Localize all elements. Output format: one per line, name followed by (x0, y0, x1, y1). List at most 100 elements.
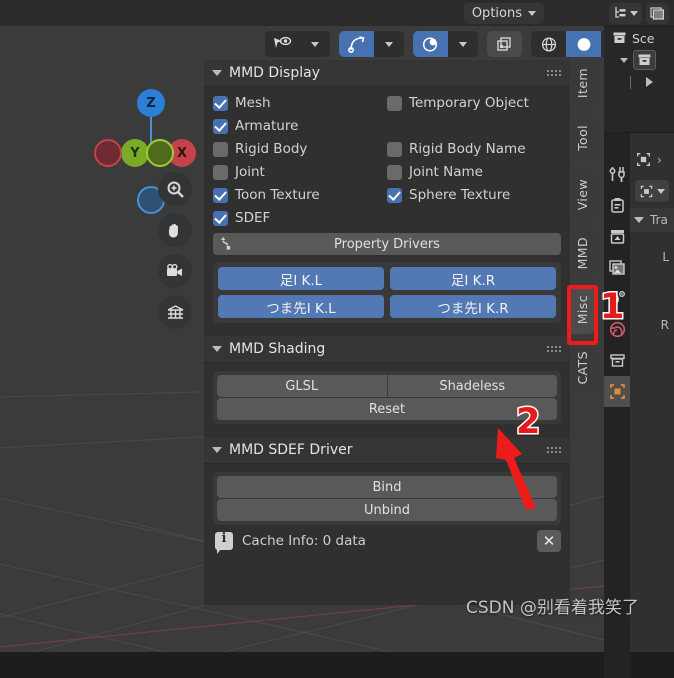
sidebar-item-mmd[interactable]: MMD (571, 229, 594, 277)
checkbox-mesh[interactable]: Mesh (213, 95, 387, 111)
properties-content: › Tra L R (630, 133, 674, 652)
expand-triangle-icon[interactable] (620, 57, 628, 63)
checkbox-joint[interactable]: Joint (213, 164, 387, 180)
n-panel-misc: MMD Display Mesh Temporary Object Armatu… (204, 60, 570, 605)
checkbox-box[interactable] (387, 95, 402, 111)
checkbox-label: Mesh (235, 95, 271, 111)
viewport-overlays-group (487, 31, 522, 57)
outliner-row-collection[interactable] (604, 49, 674, 71)
zoom-icon[interactable] (158, 172, 192, 206)
visibility-dropdown[interactable] (300, 31, 330, 57)
solid-shading-icon[interactable] (566, 31, 601, 57)
proportional-edit-group (413, 31, 478, 57)
outliner-row-child[interactable] (604, 71, 674, 93)
ik-button-toe-right[interactable]: つま先Ⅰ K.R (390, 295, 556, 318)
sidebar-item-cats[interactable]: CATS (571, 343, 594, 393)
ik-button-toe-left[interactable]: つま先Ⅰ K.L (218, 295, 384, 318)
images-icon (650, 7, 665, 20)
proportional-edit-dropdown[interactable] (448, 31, 478, 57)
wireframe-shading-icon[interactable] (531, 31, 566, 57)
viewport-header: Options (0, 0, 604, 26)
visibility-selectability-icon[interactable] (265, 31, 300, 57)
proportional-editing-icon[interactable] (413, 31, 448, 57)
tab-object-properties[interactable] (604, 376, 630, 407)
checkbox-temporary-object[interactable]: Temporary Object (387, 95, 561, 111)
navigation-gizmo[interactable]: Z Y X (94, 58, 208, 214)
watermark: CSDN @别看着我笑了 (466, 598, 639, 618)
checkbox-label: Sphere Texture (409, 187, 511, 203)
gizmo-axis-y[interactable]: Y (121, 139, 149, 167)
panel-header-mmd-shading[interactable]: MMD Shading (204, 336, 570, 363)
annotation-arrow-shadeless (496, 428, 536, 510)
checkbox-toon-texture[interactable]: Toon Texture (213, 187, 387, 203)
checkbox-box[interactable] (213, 210, 228, 226)
snap-dropdown[interactable] (374, 31, 404, 57)
object-properties-icon (637, 153, 650, 166)
gizmo-axis-z[interactable]: Z (137, 89, 165, 117)
gizmo-axis-neg-y[interactable] (146, 139, 174, 167)
scene-collection-icon (612, 31, 627, 45)
tree-line (630, 75, 631, 89)
filter-button[interactable] (646, 2, 669, 24)
ik-row: つま先Ⅰ K.L つま先Ⅰ K.R (218, 295, 556, 318)
checkbox-row: Toon Texture Sphere Texture (213, 187, 561, 203)
shading-button-stack: GLSL Shadeless Reset (213, 371, 561, 424)
sidebar-item-view[interactable]: View (571, 170, 594, 220)
checkbox-label: Armature (235, 118, 299, 134)
checkbox-box[interactable] (387, 141, 402, 157)
checkbox-box[interactable] (213, 118, 228, 134)
tab-render-properties[interactable] (604, 190, 630, 221)
shadeless-button[interactable]: Shadeless (387, 375, 557, 397)
options-button[interactable]: Options (463, 3, 544, 24)
snap-magnet-icon[interactable] (339, 31, 374, 57)
checkbox-sphere-texture[interactable]: Sphere Texture (387, 187, 561, 203)
checkbox-rigid-body[interactable]: Rigid Body (213, 141, 387, 157)
checkbox-armature[interactable]: Armature (213, 118, 387, 134)
drag-grip-icon[interactable] (546, 344, 562, 354)
checkbox-joint-name[interactable]: Joint Name (387, 164, 561, 180)
outliner-display-mode-button[interactable] (609, 2, 642, 24)
checkbox-box[interactable] (387, 187, 402, 203)
drag-grip-icon[interactable] (546, 68, 562, 78)
gizmo-axis-neg-x[interactable] (94, 139, 122, 167)
checkbox-row: Mesh Temporary Object (213, 95, 561, 111)
collection-icon[interactable] (633, 50, 656, 70)
checkbox-box[interactable] (213, 164, 228, 180)
panel-header-transform[interactable]: Tra (630, 208, 674, 232)
expand-triangle-icon[interactable] (646, 77, 653, 87)
object-selector-row (630, 174, 674, 208)
outliner-row-scene[interactable]: Sce (604, 27, 674, 49)
checkbox-box[interactable] (213, 141, 228, 157)
reset-button[interactable]: Reset (217, 398, 557, 420)
checkbox-rigid-body-name[interactable]: Rigid Body Name (387, 141, 561, 157)
orthographic-grid-icon[interactable] (158, 295, 192, 329)
object-selector[interactable] (635, 180, 669, 202)
checkbox-box[interactable] (213, 95, 228, 111)
driver-icon (219, 236, 236, 256)
checkbox-sdef[interactable]: SDEF (213, 210, 387, 226)
viewport-overlays-icon[interactable] (487, 31, 522, 57)
checkbox-box[interactable] (213, 187, 228, 203)
checkbox-box[interactable] (387, 164, 402, 180)
property-drivers-button[interactable]: Property Drivers (213, 233, 561, 255)
location-row: L (630, 232, 674, 270)
tab-tool[interactable] (604, 159, 630, 190)
glsl-button[interactable]: GLSL (217, 375, 387, 397)
ik-button-foot-left[interactable]: 足Ⅰ K.L (218, 267, 384, 290)
sidebar-item-tool[interactable]: Tool (571, 115, 594, 161)
tab-collection-properties[interactable] (604, 345, 630, 376)
ik-row: 足Ⅰ K.L 足Ⅰ K.R (218, 267, 556, 290)
camera-icon[interactable] (158, 254, 192, 288)
tab-output-properties[interactable] (604, 221, 630, 252)
checkbox-label: Rigid Body Name (409, 141, 526, 157)
info-icon (215, 531, 233, 554)
pan-hand-icon[interactable] (158, 213, 192, 247)
tab-view-layer-properties[interactable] (604, 252, 630, 283)
checkbox-spacer (387, 118, 561, 134)
sidebar-item-item[interactable]: Item (571, 60, 594, 106)
close-icon[interactable]: ✕ (537, 530, 561, 552)
breadcrumb: › (630, 133, 674, 174)
ik-button-foot-right[interactable]: 足Ⅰ K.R (390, 267, 556, 290)
outliner-editor[interactable]: Sce (604, 27, 674, 132)
panel-header-mmd-display[interactable]: MMD Display (204, 60, 570, 87)
